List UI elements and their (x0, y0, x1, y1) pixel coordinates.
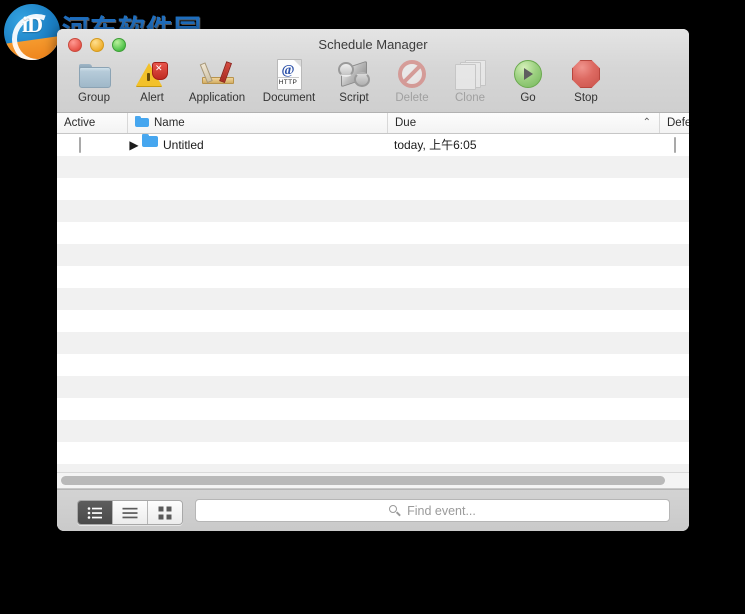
go-play-icon (514, 57, 542, 91)
alert-icon (136, 57, 168, 91)
outline-list-view-button[interactable] (78, 501, 113, 524)
event-table-body: ▶ Untitled today, 上午6:05 (57, 134, 689, 472)
row-due: today, 上午6:05 (394, 138, 477, 152)
table-row-empty[interactable] (57, 156, 689, 178)
horizontal-scrollbar-thumb[interactable] (61, 476, 665, 485)
toolbar-button-application[interactable]: Application (181, 55, 253, 104)
table-row-empty[interactable] (57, 200, 689, 222)
watermark-logo-icon: ✦ iD (4, 4, 60, 60)
deferred-checkbox[interactable] (674, 137, 676, 153)
toolbar-button-go[interactable]: Go (499, 55, 557, 104)
grid-view-button[interactable] (148, 501, 182, 524)
clone-pages-icon (455, 57, 486, 91)
table-row-empty[interactable] (57, 266, 689, 288)
view-mode-segmented-control (77, 500, 183, 525)
toolbar-label: Delete (395, 92, 429, 104)
disclosure-triangle-icon[interactable]: ▶ (127, 134, 141, 156)
toolbar-label: Document (262, 92, 316, 104)
table-row-empty[interactable] (57, 332, 689, 354)
table-row-empty[interactable] (57, 310, 689, 332)
table-row-empty[interactable] (57, 376, 689, 398)
toolbar-label: Clone (454, 92, 486, 104)
toolbar-label: Application (188, 92, 246, 104)
row-active-checkbox-cell[interactable] (79, 134, 81, 156)
column-header-active[interactable]: Active (57, 113, 127, 133)
toolbar-button-alert[interactable]: Alert (123, 55, 181, 104)
column-label: Name (154, 117, 185, 129)
app-window: Schedule Manager Group Alert Appl (57, 29, 689, 531)
search-placeholder: Find event... (407, 503, 476, 518)
column-header-due[interactable]: Due ⌃ (387, 113, 659, 133)
sort-ascending-icon: ⌃ (642, 117, 651, 128)
document-http-icon: @ HTTP (276, 57, 302, 91)
column-header-name[interactable]: Name (127, 113, 387, 133)
table-row-empty[interactable] (57, 178, 689, 200)
screen: ✦ iD 河东软件园 www.pc0359.cn Schedule Manage… (0, 0, 745, 614)
toolbar-label: Alert (140, 92, 164, 104)
column-label: Deferr (667, 117, 689, 129)
table-row[interactable]: ▶ Untitled today, 上午6:05 (57, 134, 689, 156)
toolbar-label: Script (339, 92, 369, 104)
folder-icon (79, 57, 111, 91)
row-name: Untitled (163, 138, 204, 152)
script-scroll-icon (338, 57, 370, 91)
table-row-empty[interactable] (57, 420, 689, 442)
main-toolbar: Group Alert Application @HTTP (57, 55, 689, 111)
toolbar-button-script[interactable]: Script (325, 55, 383, 104)
table-row-empty[interactable] (57, 288, 689, 310)
toolbar-button-delete[interactable]: Delete (383, 55, 441, 104)
application-icon (199, 57, 234, 91)
toolbar-button-stop[interactable]: Stop (557, 55, 615, 104)
stop-octagon-icon (572, 57, 600, 91)
window-title: Schedule Manager (318, 37, 428, 52)
logo-glyph: iD (22, 12, 43, 37)
bottom-toolbar: Find event... (57, 489, 689, 531)
folder-icon (135, 116, 149, 127)
table-row-empty[interactable] (57, 354, 689, 376)
search-field[interactable]: Find event... (195, 499, 670, 522)
delete-ban-icon (398, 57, 426, 91)
row-deferred-checkbox-cell[interactable] (674, 134, 676, 156)
flat-list-view-button[interactable] (113, 501, 148, 524)
window-titlebar: Schedule Manager Group Alert Appl (57, 29, 689, 113)
table-column-headers: Active Name Due ⌃ Deferr (57, 113, 689, 134)
toolbar-label: Stop (574, 92, 598, 104)
table-row-empty[interactable] (57, 464, 689, 472)
column-label: Active (64, 117, 96, 129)
table-row-empty[interactable] (57, 244, 689, 266)
search-icon (389, 504, 401, 517)
horizontal-scrollbar[interactable] (57, 472, 689, 489)
column-header-deferred[interactable]: Deferr (659, 113, 689, 133)
table-row-empty[interactable] (57, 398, 689, 420)
toolbar-button-clone[interactable]: Clone (441, 55, 499, 104)
table-row-empty[interactable] (57, 442, 689, 464)
active-checkbox[interactable] (79, 137, 81, 153)
toolbar-label: Go (520, 92, 536, 104)
table-row-empty[interactable] (57, 222, 689, 244)
toolbar-label: Group (78, 92, 110, 104)
toolbar-button-group[interactable]: Group (65, 55, 123, 104)
column-label: Due (395, 117, 417, 129)
toolbar-button-document[interactable]: @ HTTP Document (253, 55, 325, 104)
